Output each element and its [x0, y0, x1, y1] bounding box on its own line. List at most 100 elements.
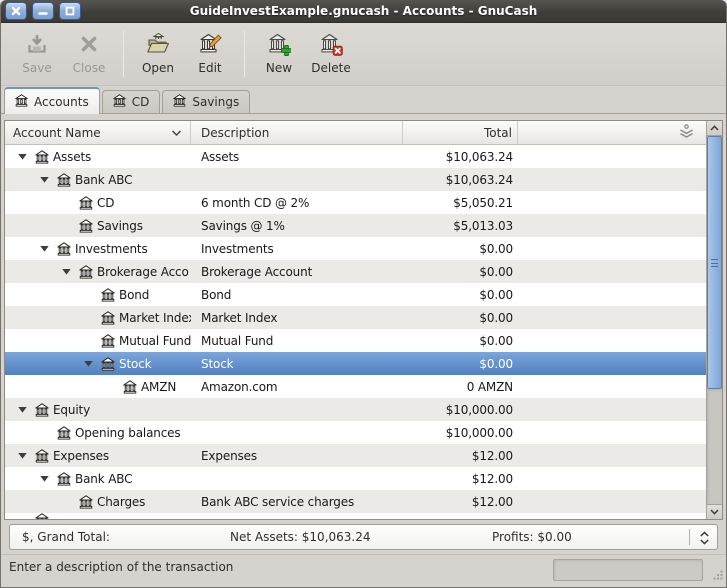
expander-triangle-icon[interactable] — [37, 174, 57, 185]
table-row[interactable]: CD 6 month CD @ 2% $5,050.21 — [5, 191, 706, 214]
tab-savings[interactable]: Savings — [162, 90, 250, 113]
tab-label: Accounts — [34, 95, 89, 109]
delete-account-button[interactable]: Delete — [305, 30, 357, 77]
bank-account-icon — [35, 513, 49, 519]
account-description-cell: Investments — [191, 242, 403, 256]
account-tree-view: Account Name Description Total — [4, 120, 723, 520]
maximize-window-button[interactable] — [59, 2, 81, 20]
account-total-cell: $12.00 — [403, 495, 518, 509]
tab-accounts[interactable]: Accounts — [4, 87, 100, 114]
status-message: Enter a description of the transaction — [9, 560, 233, 574]
account-description-cell: Mutual Fund — [191, 334, 403, 348]
account-total-cell: $0.00 — [403, 334, 518, 348]
account-name-label: Investments — [75, 242, 148, 256]
expander-triangle-icon[interactable] — [59, 266, 79, 277]
combo-spinner-icon[interactable] — [699, 530, 710, 554]
scrollbar-track[interactable] — [707, 389, 722, 504]
table-row[interactable]: Bank ABC $12.00 — [5, 467, 706, 490]
expander-triangle-icon[interactable] — [15, 404, 35, 415]
table-row[interactable]: Charges Bank ABC service charges $12.00 — [5, 490, 706, 513]
delete-button-label: Delete — [311, 61, 350, 75]
bank-account-icon — [57, 242, 71, 256]
close-icon — [77, 32, 101, 59]
table-row[interactable]: Assets Assets $10,063.24 — [5, 145, 706, 168]
expander-triangle-icon[interactable] — [15, 151, 35, 162]
account-name-cell: Opening balances — [5, 426, 191, 440]
bank-account-icon — [57, 472, 71, 486]
tab-cd[interactable]: CD — [102, 90, 161, 113]
save-button[interactable]: Save — [11, 30, 63, 77]
table-row[interactable]: Investments Investments $0.00 — [5, 237, 706, 260]
account-name-label: CD — [97, 196, 114, 210]
expander-triangle-icon[interactable] — [37, 243, 57, 254]
column-chooser-icon[interactable] — [677, 124, 696, 142]
bank-icon — [173, 94, 186, 110]
account-name-label: AMZN — [141, 380, 176, 394]
table-row[interactable]: Opening balances $10,000.00 — [5, 421, 706, 444]
bank-account-icon — [101, 334, 115, 348]
account-total-cell: $0.00 — [403, 265, 518, 279]
bank-account-icon — [35, 403, 49, 417]
tree-header: Account Name Description Total — [5, 121, 706, 145]
minimize-window-button[interactable] — [32, 2, 54, 20]
column-header-account-name[interactable]: Account Name — [5, 121, 191, 144]
tab-label: Savings — [192, 95, 239, 109]
scrollbar-thumb[interactable] — [707, 136, 722, 389]
bank-account-icon — [101, 311, 115, 325]
table-row[interactable]: Brokerage Acco Brokerage Account $0.00 — [5, 260, 706, 283]
table-row[interactable]: Bank ABC $10,063.24 — [5, 168, 706, 191]
account-name-label: Assets — [53, 150, 91, 164]
vertical-scrollbar[interactable] — [706, 121, 722, 519]
toolbar: Save Close Open — [1, 23, 726, 86]
table-row[interactable]: Expenses Expenses $12.00 — [5, 444, 706, 467]
new-account-button[interactable]: New — [253, 30, 305, 77]
account-description-cell: Bank ABC service charges — [191, 495, 403, 509]
account-name-label: Market Index — [119, 311, 191, 325]
toolbar-separator — [123, 31, 124, 77]
table-row[interactable] — [5, 513, 706, 519]
close-button-label: Close — [73, 61, 106, 75]
account-total-cell: $0.00 — [403, 288, 518, 302]
summary-bar: $, Grand Total: Net Assets: $10,063.24 P… — [1, 521, 726, 554]
table-row[interactable]: Market Index Market Index $0.00 — [5, 306, 706, 329]
resize-grip-icon[interactable] — [711, 566, 724, 585]
scroll-up-button[interactable] — [707, 121, 722, 136]
column-header-total[interactable]: Total — [403, 121, 518, 144]
bank-account-icon — [35, 449, 49, 463]
account-tree-body: Assets Assets $10,063.24 Bank ABC $10,06… — [5, 145, 706, 519]
account-total-cell: $12.00 — [403, 449, 518, 463]
new-button-label: New — [266, 61, 292, 75]
close-button[interactable]: Close — [63, 30, 115, 77]
account-description-cell: Stock — [191, 357, 403, 371]
table-row[interactable]: Mutual Fund Mutual Fund $0.00 — [5, 329, 706, 352]
bank-icon — [15, 94, 28, 110]
accounts-page: Account Name Description Total — [1, 114, 726, 521]
expander-triangle-icon[interactable] — [15, 450, 35, 461]
table-row[interactable]: Bond Bond $0.00 — [5, 283, 706, 306]
table-row[interactable]: Equity $10,000.00 — [5, 398, 706, 421]
account-total-cell: $5,050.21 — [403, 196, 518, 210]
table-row[interactable]: AMZN Amazon.com 0 AMZN — [5, 375, 706, 398]
table-row[interactable]: Savings Savings @ 1% $5,013.03 — [5, 214, 706, 237]
account-name-cell: Assets — [5, 150, 191, 164]
account-description-cell: Amazon.com — [191, 380, 403, 394]
edit-button[interactable]: Edit — [184, 30, 236, 77]
column-header-description[interactable]: Description — [191, 121, 403, 144]
account-name-label: Savings — [97, 219, 143, 233]
toolbar-separator — [244, 31, 245, 77]
open-button[interactable]: Open — [132, 30, 184, 77]
account-name-cell: AMZN — [5, 380, 191, 394]
account-total-cell: $5,013.03 — [403, 219, 518, 233]
account-name-label: Brokerage Acco — [97, 265, 189, 279]
close-window-button[interactable] — [5, 2, 27, 20]
account-name-cell: Market Index — [5, 311, 191, 325]
expander-triangle-icon[interactable] — [81, 358, 101, 369]
account-name-cell: Savings — [5, 219, 191, 233]
table-row[interactable]: Stock Stock $0.00 — [5, 352, 706, 375]
grand-total-selector[interactable]: $, Grand Total: Net Assets: $10,063.24 P… — [9, 524, 718, 550]
expander-triangle-icon[interactable] — [37, 473, 57, 484]
scroll-down-button[interactable] — [707, 504, 722, 519]
grand-total-label: $, Grand Total: — [22, 525, 110, 549]
account-description-cell: Savings @ 1% — [191, 219, 403, 233]
tab-strip: Accounts CD — [1, 86, 726, 114]
